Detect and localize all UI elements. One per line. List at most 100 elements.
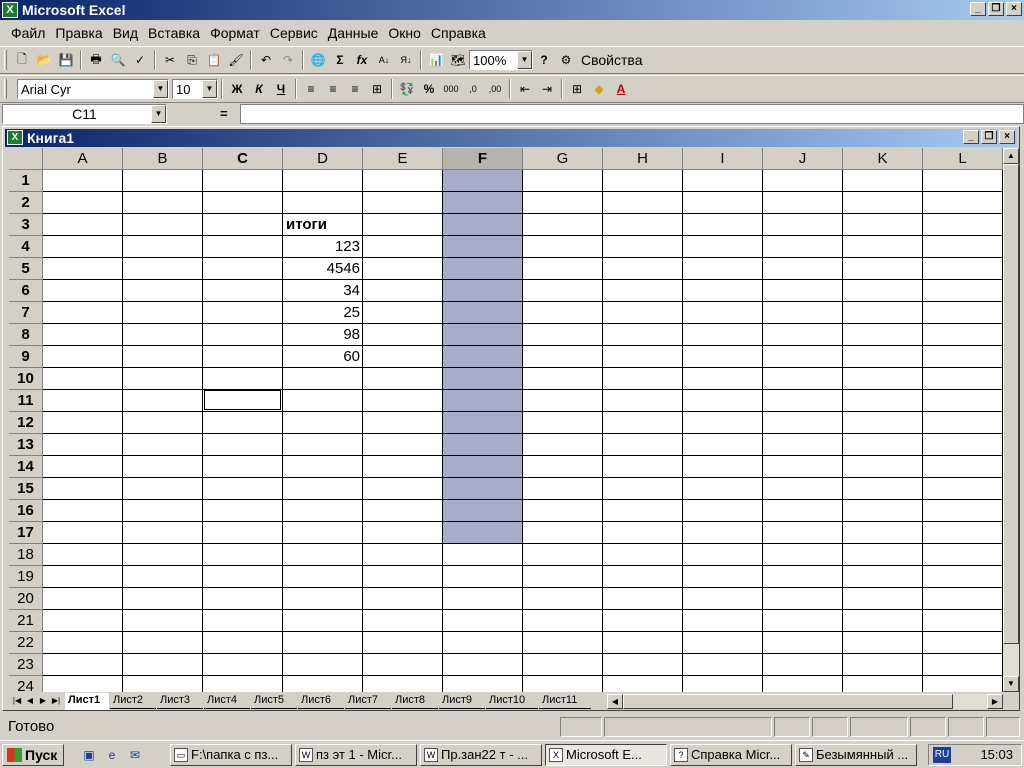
align-right-icon[interactable]: ≡ (344, 78, 366, 100)
align-center-icon[interactable]: ≡ (322, 78, 344, 100)
menu-tools[interactable]: Сервис (265, 25, 323, 41)
menu-data[interactable]: Данные (323, 25, 384, 41)
row-header-5[interactable]: 5 (9, 258, 43, 280)
bold-button[interactable]: Ж (226, 78, 248, 100)
scroll-down-icon[interactable]: ▼ (1003, 676, 1019, 692)
restore-button[interactable]: ❐ (988, 2, 1004, 16)
scroll-left-icon[interactable]: ◀ (607, 694, 623, 709)
column-header-c[interactable]: C (203, 148, 283, 170)
sheet-tab-5[interactable]: Лист5 (251, 693, 297, 709)
row-header-17[interactable]: 17 (9, 522, 43, 544)
scroll-right-icon[interactable]: ▶ (987, 694, 1003, 709)
column-header-a[interactable]: A (43, 148, 123, 170)
hyperlink-icon[interactable]: 🌐 (307, 49, 329, 71)
row-header-6[interactable]: 6 (9, 280, 43, 302)
print-icon[interactable]: 🖶 (85, 49, 107, 71)
last-sheet-icon[interactable]: ▶| (50, 694, 62, 708)
task-button-folder[interactable]: ▭ F:\папка с пз... (170, 744, 292, 766)
sheet-tab-10[interactable]: Лист10 (486, 693, 538, 709)
function-icon[interactable]: fx (351, 49, 373, 71)
task-button-paint[interactable]: ✎ Безымянный ... (795, 744, 917, 766)
underline-button[interactable]: Ч (270, 78, 292, 100)
merge-center-icon[interactable]: ⊞ (366, 78, 388, 100)
sheet-tab-6[interactable]: Лист6 (298, 693, 344, 709)
row-header-15[interactable]: 15 (9, 478, 43, 500)
cell-d6[interactable]: 34 (283, 280, 363, 302)
currency-icon[interactable]: 💱 (396, 78, 418, 100)
row-header-22[interactable]: 22 (9, 632, 43, 654)
menu-edit[interactable]: Правка (50, 25, 107, 41)
map-icon[interactable]: 🗺 (447, 49, 469, 71)
column-header-l[interactable]: L (923, 148, 1003, 170)
row-header-24[interactable]: 24 (9, 676, 43, 692)
scroll-thumb[interactable] (1003, 164, 1019, 644)
percent-icon[interactable]: % (418, 78, 440, 100)
increase-decimal-icon[interactable]: ,0 (462, 78, 484, 100)
close-button[interactable]: × (999, 130, 1015, 144)
menu-help[interactable]: Справка (426, 25, 491, 41)
sheet-tab-9[interactable]: Лист9 (439, 693, 485, 709)
new-icon[interactable]: 🗋 (11, 49, 33, 71)
horizontal-scrollbar[interactable]: ◀ ▶ (607, 694, 1003, 709)
column-header-e[interactable]: E (363, 148, 443, 170)
properties-button[interactable]: Свойства (577, 52, 646, 68)
close-button[interactable]: × (1006, 2, 1022, 16)
column-header-j[interactable]: J (763, 148, 843, 170)
task-button-word-1[interactable]: W пз эт 1 - Micr... (295, 744, 417, 766)
minimize-button[interactable]: _ (963, 130, 979, 144)
task-button-help[interactable]: ? Справка Micr... (670, 744, 792, 766)
language-indicator[interactable]: RU (933, 747, 951, 763)
cell-d8[interactable]: 98 (283, 324, 363, 346)
format-painter-icon[interactable]: 🖌 (225, 49, 247, 71)
select-all-corner[interactable] (9, 148, 43, 170)
font-size-combo[interactable]: 10 ▼ (172, 79, 218, 99)
column-header-i[interactable]: I (683, 148, 763, 170)
minimize-button[interactable]: _ (970, 2, 986, 16)
cut-icon[interactable]: ✂ (159, 49, 181, 71)
fill-color-icon[interactable]: ◆ (588, 78, 610, 100)
row-header-10[interactable]: 10 (9, 368, 43, 390)
print-preview-icon[interactable]: 🔍 (107, 49, 129, 71)
chevron-down-icon[interactable]: ▼ (202, 80, 217, 98)
sheet-tab-7[interactable]: Лист7 (345, 693, 391, 709)
column-header-d[interactable]: D (283, 148, 363, 170)
paste-icon[interactable]: 📋 (203, 49, 225, 71)
menu-insert[interactable]: Вставка (143, 25, 205, 41)
chevron-down-icon[interactable]: ▼ (517, 51, 532, 69)
font-color-icon[interactable]: A (610, 78, 632, 100)
column-header-k[interactable]: K (843, 148, 923, 170)
italic-button[interactable]: К (248, 78, 270, 100)
row-header-12[interactable]: 12 (9, 412, 43, 434)
row-header-11[interactable]: 11 (9, 390, 43, 412)
cell-d7[interactable]: 25 (283, 302, 363, 324)
borders-icon[interactable]: ⊞ (566, 78, 588, 100)
internet-explorer-icon[interactable]: e (103, 746, 121, 764)
cell-d9[interactable]: 60 (283, 346, 363, 368)
help-icon[interactable]: ? (533, 49, 555, 71)
row-header-13[interactable]: 13 (9, 434, 43, 456)
hscroll-thumb[interactable] (623, 694, 953, 709)
row-header-1[interactable]: 1 (9, 170, 43, 192)
start-button[interactable]: Пуск (2, 744, 64, 766)
sheet-tab-2[interactable]: Лист2 (110, 693, 156, 709)
sheet-tab-11[interactable]: Лист11 (539, 693, 591, 709)
autosum-icon[interactable]: Σ (329, 49, 351, 71)
menu-format[interactable]: Формат (205, 25, 265, 41)
increase-indent-icon[interactable]: ⇥ (536, 78, 558, 100)
decrease-indent-icon[interactable]: ⇤ (514, 78, 536, 100)
row-header-14[interactable]: 14 (9, 456, 43, 478)
cell-d5[interactable]: 4546 (283, 258, 363, 280)
first-sheet-icon[interactable]: |◀ (11, 694, 23, 708)
scroll-up-icon[interactable]: ▲ (1003, 148, 1019, 164)
sheet-tab-3[interactable]: Лист3 (157, 693, 203, 709)
column-header-g[interactable]: G (523, 148, 603, 170)
copy-icon[interactable]: ⎘ (181, 49, 203, 71)
show-desktop-icon[interactable]: ▣ (80, 746, 98, 764)
outlook-icon[interactable]: ✉ (126, 746, 144, 764)
redo-icon[interactable]: ↷ (277, 49, 299, 71)
row-header-16[interactable]: 16 (9, 500, 43, 522)
chevron-down-icon[interactable]: ▼ (153, 80, 168, 98)
menu-view[interactable]: Вид (108, 25, 143, 41)
restore-button[interactable]: ❐ (981, 130, 997, 144)
active-cell-cursor[interactable] (204, 390, 281, 410)
